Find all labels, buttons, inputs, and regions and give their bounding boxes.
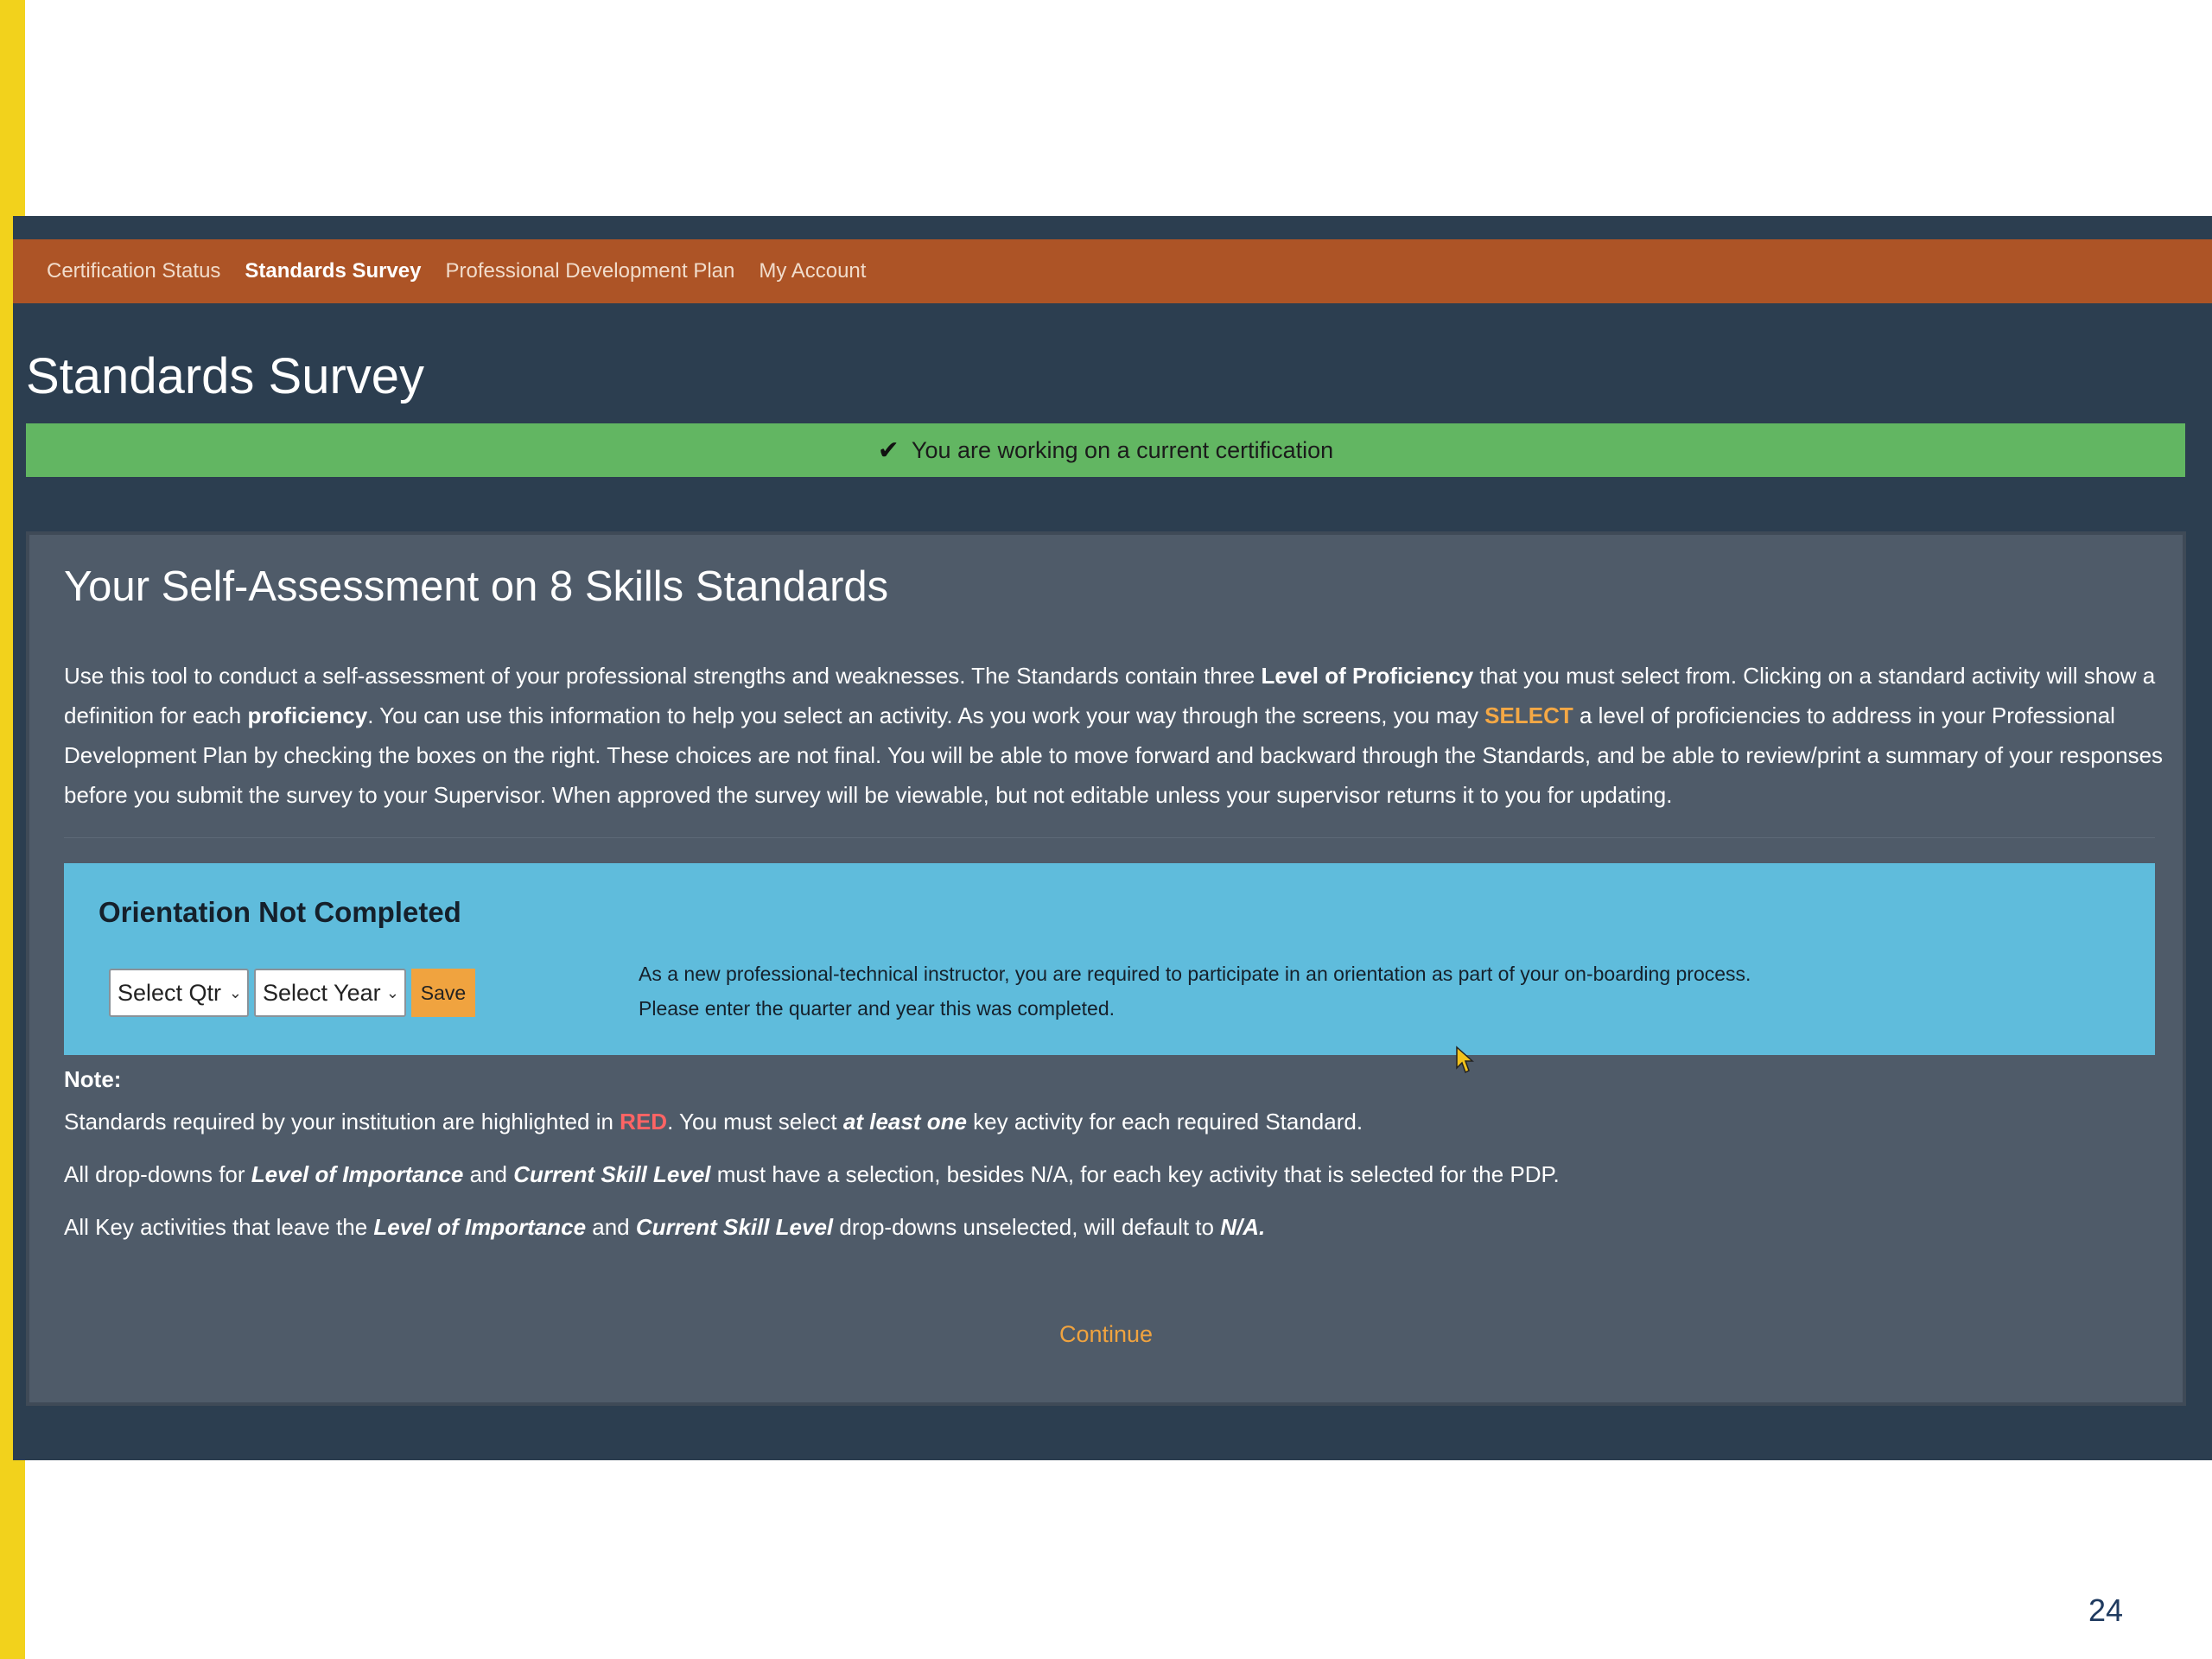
note-red-highlight: RED bbox=[620, 1109, 668, 1135]
certification-status-banner: ✔ You are working on a current certifica… bbox=[26, 423, 2185, 477]
intro-bold-level: Level of Proficiency bbox=[1261, 663, 1474, 689]
orientation-controls: Select Qtr ⌄ Select Year ⌄ Save bbox=[109, 969, 475, 1017]
nav-my-account[interactable]: My Account bbox=[759, 259, 866, 283]
note-text: and bbox=[463, 1161, 514, 1187]
quarter-select-value: Select Qtr bbox=[118, 979, 222, 1006]
continue-link[interactable]: Continue bbox=[29, 1321, 2183, 1348]
note-text: drop-downs unselected, will default to bbox=[833, 1214, 1221, 1240]
note-line-defaults: All Key activities that leave the Level … bbox=[64, 1214, 2155, 1241]
note-text: . You must select bbox=[667, 1109, 843, 1135]
note-line-required: Standards required by your institution a… bbox=[64, 1109, 2155, 1135]
note-emphasis: at least one bbox=[842, 1109, 967, 1135]
intro-text: Use this tool to conduct a self-assessme… bbox=[64, 663, 1262, 689]
intro-paragraph: Use this tool to conduct a self-assessme… bbox=[64, 656, 2177, 815]
orientation-message-line: As a new professional-technical instruct… bbox=[639, 963, 1751, 985]
intro-select-highlight: SELECT bbox=[1484, 702, 1573, 728]
intro-text: . You can use this information to help y… bbox=[367, 702, 1485, 728]
year-select[interactable]: Select Year ⌄ bbox=[254, 969, 406, 1017]
orientation-message: As a new professional-technical instruct… bbox=[639, 957, 1751, 1026]
divider bbox=[64, 837, 2155, 838]
panel-title: Your Self-Assessment on 8 Skills Standar… bbox=[64, 563, 889, 610]
nav-professional-development-plan[interactable]: Professional Development Plan bbox=[446, 259, 735, 283]
quarter-select[interactable]: Select Qtr ⌄ bbox=[109, 969, 249, 1017]
note-label: Note: bbox=[64, 1066, 122, 1092]
chevron-down-icon: ⌄ bbox=[385, 983, 399, 1001]
note-text: key activity for each required Standard. bbox=[966, 1109, 1363, 1135]
orientation-title: Orientation Not Completed bbox=[99, 896, 461, 928]
status-banner-text: You are working on a current certificati… bbox=[911, 436, 1334, 463]
app-window: Certification Status Standards Survey Pr… bbox=[13, 216, 2212, 1460]
nav-certification-status[interactable]: Certification Status bbox=[47, 259, 220, 283]
note-section: Note: Standards required by your institu… bbox=[64, 1066, 2155, 1267]
note-emphasis: Current Skill Level bbox=[513, 1161, 711, 1187]
nav-standards-survey[interactable]: Standards Survey bbox=[245, 259, 421, 283]
page-title: Standards Survey bbox=[26, 348, 425, 404]
save-button[interactable]: Save bbox=[411, 969, 475, 1017]
note-emphasis: N/A. bbox=[1220, 1214, 1266, 1240]
note-text: All drop-downs for bbox=[64, 1161, 251, 1187]
check-icon: ✔ bbox=[877, 435, 899, 465]
note-emphasis: Level of Importance bbox=[373, 1214, 587, 1240]
orientation-message-line: Please enter the quarter and year this w… bbox=[639, 997, 1116, 1020]
self-assessment-panel: Your Self-Assessment on 8 Skills Standar… bbox=[26, 531, 2186, 1406]
top-navbar: Certification Status Standards Survey Pr… bbox=[13, 239, 2212, 303]
note-text: must have a selection, besides N/A, for … bbox=[710, 1161, 1560, 1187]
slide-page-number: 24 bbox=[2088, 1592, 2123, 1628]
mouse-cursor-icon bbox=[1456, 1046, 1474, 1074]
note-text: and bbox=[586, 1214, 636, 1240]
note-text: All Key activities that leave the bbox=[64, 1214, 374, 1240]
chevron-down-icon: ⌄ bbox=[228, 983, 242, 1001]
note-emphasis: Level of Importance bbox=[251, 1161, 464, 1187]
intro-bold-proficiency: proficiency bbox=[247, 702, 368, 728]
year-select-value: Select Year bbox=[263, 979, 381, 1006]
orientation-alert: Orientation Not Completed Select Qtr ⌄ S… bbox=[64, 863, 2155, 1055]
note-emphasis: Current Skill Level bbox=[635, 1214, 834, 1240]
note-line-dropdowns: All drop-downs for Level of Importance a… bbox=[64, 1161, 2155, 1188]
note-text: Standards required by your institution a… bbox=[64, 1109, 620, 1135]
